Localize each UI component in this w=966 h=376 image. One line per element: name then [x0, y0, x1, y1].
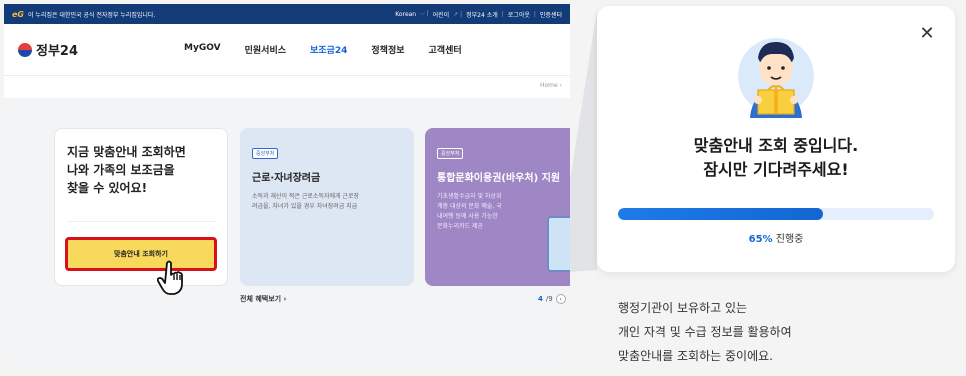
benefit-title: 근로·자녀장려금	[252, 173, 321, 184]
gov-official-banner: eG 이 누리집은 대한민국 공식 전자정부 누리집입니다. Korean ⌵ |…	[4, 4, 570, 24]
headline-line-2: 나와 가족의 보조금을	[67, 163, 175, 177]
carousel-pager: 4/9 ‹	[538, 294, 566, 304]
close-icon[interactable]: ✕	[919, 25, 935, 43]
progress-status: 진행중	[775, 234, 804, 245]
custom-guide-headline: 지금 맞춤안내 조회하면 나와 가족의 보조금을 찾을 수 있어요!	[67, 143, 215, 197]
voucher-desc-line-2: 계층 대상의 문화 예술, 국	[437, 203, 502, 210]
progress-bar-fill	[618, 208, 824, 220]
agency-tag: 중앙부처	[437, 148, 464, 159]
pager-current: 4	[538, 295, 543, 303]
nav-civil-service[interactable]: 민원서비스	[245, 43, 286, 56]
main-nav: MyGOV 민원서비스 보조금24 정책정보 고객센터	[184, 43, 462, 56]
headline-line-1: 지금 맞춤안내 조회하면	[67, 145, 186, 159]
about-link[interactable]: 정부24 소개	[466, 10, 498, 19]
description-line-3: 맞춤안내를 조회하는 중이에요.	[618, 349, 773, 363]
view-all-benefits-link[interactable]: 전체 혜택보기 ›	[240, 294, 286, 304]
nav-customer-center[interactable]: 고객센터	[429, 43, 462, 56]
description-line-2: 개인 자격 및 수급 정보를 활용하여	[618, 325, 792, 339]
progress-label: 65% 진행중	[597, 230, 955, 245]
gov24-logo[interactable]: 정부24	[18, 40, 78, 59]
headline-line-3: 찾을 수 있어요!	[67, 181, 148, 195]
description-line-1: 행정기관이 보유하고 있는	[618, 301, 748, 315]
utility-links: Korean ⌵ | 어린이 ↗ | 정부24 소개 | 로그아웃 | 인증센터	[395, 10, 562, 19]
benefit-card-earned-income[interactable]: 중앙부처 근로·자녀장려금 소득과 재산이 적은 근로소득자에게 근로장 려금을…	[240, 128, 414, 286]
language-select[interactable]: Korean	[395, 11, 416, 18]
card-illustration-icon	[547, 216, 570, 272]
main-content: 지금 맞춤안내 조회하면 나와 가족의 보조금을 찾을 수 있어요! 맞춤안내 …	[4, 98, 570, 366]
voucher-desc-line-1: 기초생활수급자 및 차상위	[437, 193, 502, 200]
voucher-desc-line-3: 내여행 등에 사용 가능한	[437, 213, 498, 220]
card-divider	[67, 221, 215, 222]
progress-bar	[618, 208, 934, 220]
logout-link[interactable]: 로그아웃	[508, 10, 530, 19]
breadcrumb-home[interactable]: Home	[540, 82, 558, 89]
benefit-desc-line-2: 려금을, 자녀가 있을 경우 자녀장려금 지급	[252, 203, 358, 210]
logo-text: 정부24	[36, 44, 79, 59]
person-holding-box-icon	[738, 38, 814, 118]
agency-tag: 중앙부처	[252, 148, 279, 159]
benefit-card-culture-voucher[interactable]: 중앙부처 통합문화이용권(바우처) 지원 기초생활수급자 및 차상위 계층 대상…	[425, 128, 570, 286]
site-header: 정부24 MyGOV 민원서비스 보조금24 정책정보 고객센터	[4, 24, 570, 76]
inquiry-progress-modal: ✕ 맞춤안내 조회 중입니다. 잠시만 기다려주세요! 65% 진행중	[597, 6, 955, 272]
taeguk-icon	[18, 42, 32, 57]
pointer-hand-icon	[157, 260, 183, 295]
custom-guide-inquiry-button[interactable]: 맞춤안내 조회하기	[65, 237, 217, 271]
modal-title-line-1: 맞춤안내 조회 중입니다.	[693, 136, 859, 155]
auth-center-link[interactable]: 인증센터	[540, 10, 562, 19]
custom-guide-card: 지금 맞춤안내 조회하면 나와 가족의 보조금을 찾을 수 있어요! 맞춤안내 …	[54, 128, 228, 295]
voucher-title: 통합문화이용권(바우처) 지원	[437, 173, 561, 184]
modal-title-line-2: 잠시만 기다려주세요!	[703, 160, 849, 179]
callout-description: 행정기관이 보유하고 있는 개인 자격 및 수급 정보를 활용하여 맞춤안내를 …	[618, 296, 792, 368]
modal-title: 맞춤안내 조회 중입니다. 잠시만 기다려주세요!	[597, 134, 955, 182]
browser-screenshot: eG 이 누리집은 대한민국 공식 전자정부 누리집입니다. Korean ⌵ |…	[4, 4, 570, 366]
gov-notice-text: 이 누리집은 대한민국 공식 전자정부 누리집입니다.	[28, 11, 156, 19]
voucher-desc-line-4: 문화누리카드 제공	[437, 223, 484, 230]
pager-total: /9	[545, 295, 553, 303]
egov-logo: eG	[12, 9, 24, 19]
nav-subsidy24[interactable]: 보조금24	[310, 43, 347, 56]
progress-percent: 65%	[748, 234, 773, 245]
kids-link[interactable]: 어린이	[433, 10, 450, 19]
view-all-label: 전체 혜택보기	[240, 295, 282, 303]
nav-policy[interactable]: 정책정보	[371, 43, 404, 56]
prev-slide-button[interactable]: ‹	[555, 294, 566, 304]
benefit-desc: 소득과 재산이 적은 근로소득자에게 근로장 려금을, 자녀가 있을 경우 자녀…	[252, 192, 402, 212]
benefit-desc-line-1: 소득과 재산이 적은 근로소득자에게 근로장	[252, 193, 359, 200]
nav-mygov[interactable]: MyGOV	[184, 43, 221, 56]
breadcrumb: Home ›	[539, 82, 562, 89]
